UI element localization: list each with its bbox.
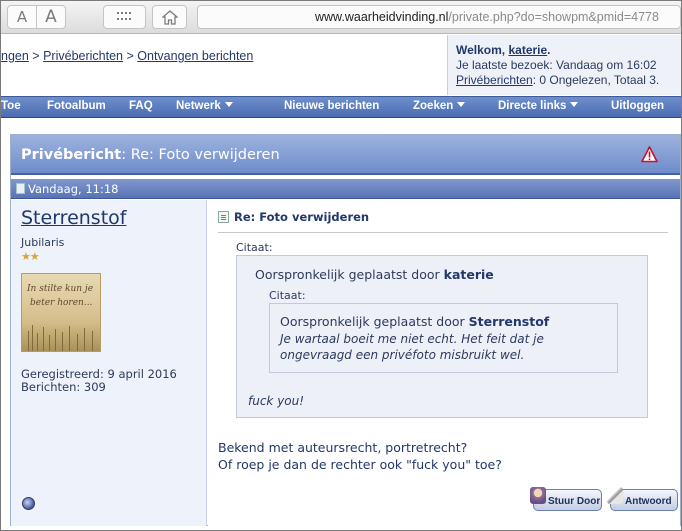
- nav-item-toe[interactable]: Toe: [1, 100, 21, 112]
- divider: [218, 232, 668, 233]
- author-post-count: Berichten: 309: [21, 380, 106, 394]
- url-host: www.waarheidvinding.nl: [315, 10, 449, 24]
- message-title-text: Re: Foto verwijderen: [234, 210, 370, 224]
- welcome-prefix: Welkom,: [456, 43, 506, 57]
- quote-attribution: Oorspronkelijk geplaatst door katerie: [255, 267, 494, 282]
- inner-quote-line: ongevraagd een privéfoto misbruikt wel.: [280, 348, 525, 362]
- welcome-box: Welkom, katerie. Je laatste bezoek: Vand…: [447, 35, 681, 95]
- reply-pencil-icon: [607, 487, 623, 504]
- quote-label: Citaat:: [236, 241, 273, 254]
- nav-item-zoeken[interactable]: Zoeken: [413, 100, 466, 112]
- main-navbar: Toe Fotoalbum FAQ Netwerk Nieuwe bericht…: [1, 96, 681, 118]
- breadcrumb: ngen > Privéberichten > Ontvangen berich…: [1, 49, 253, 63]
- inner-quote-label: Citaat:: [269, 289, 306, 302]
- breadcrumb-separator: >: [126, 49, 134, 63]
- pm-status-line: Privéberichten: 0 Ongelezen, Totaal 3.: [456, 73, 681, 88]
- inner-quote-line: Je wartaal boeit me niet echt. Het feit …: [280, 332, 544, 346]
- message-page-icon: [218, 211, 229, 223]
- report-warning-icon[interactable]: [641, 146, 658, 163]
- reply-button[interactable]: Antwoord: [607, 487, 678, 511]
- quote-block: Oorspronkelijk geplaatst door katerie Ci…: [236, 255, 648, 418]
- nav-label: Directe links: [498, 100, 567, 112]
- breadcrumb-link-inbox[interactable]: Ontvangen berichten: [137, 49, 253, 63]
- avatar-grass-graphic: [22, 325, 100, 351]
- home-icon[interactable]: [152, 5, 187, 29]
- forward-user-icon: [530, 487, 546, 504]
- message-title: Re: Foto verwijderen: [218, 210, 369, 224]
- pm-stats: : 0 Ongelezen, Totaal 3.: [532, 73, 660, 87]
- welcome-line: Welkom, katerie.: [456, 43, 681, 58]
- quote-text: fuck you!: [248, 394, 305, 408]
- increase-font-button[interactable]: A: [36, 5, 66, 29]
- chevron-down-icon: [570, 102, 579, 107]
- welcome-user-link[interactable]: katerie: [508, 43, 547, 57]
- grid-icon[interactable]: [103, 5, 146, 29]
- nav-label: Zoeken: [413, 100, 454, 112]
- post-document-icon: [16, 183, 25, 194]
- author-stats: Geregistreerd: 9 april 2016 Berichten: 3…: [21, 368, 177, 394]
- nav-item-faq[interactable]: FAQ: [129, 100, 153, 112]
- chevron-down-icon: [224, 102, 233, 107]
- pm-title-bold: Privébericht: [21, 147, 122, 163]
- breadcrumb-separator: >: [32, 49, 40, 63]
- breadcrumb-link-private-messages[interactable]: Privéberichten: [43, 49, 123, 63]
- chevron-down-icon: [457, 102, 466, 107]
- reply-line: Of roep je dan de rechter ook "fuck you"…: [218, 457, 502, 472]
- nav-label: FAQ: [129, 100, 153, 112]
- nav-label: Uitloggen: [611, 100, 665, 112]
- online-status-icon: [22, 497, 35, 510]
- author-rank-stars-icon: ★★: [21, 250, 40, 263]
- nav-item-directe-links[interactable]: Directe links: [498, 100, 579, 112]
- welcome-suffix: .: [547, 43, 551, 57]
- avatar-text-line: In stilte kun je: [27, 284, 94, 294]
- nav-label: Fotoalbum: [47, 100, 106, 112]
- message-reply-text: Bekend met auteursrecht, portretrecht? O…: [218, 439, 502, 473]
- quote-by-text: Oorspronkelijk geplaatst door: [255, 267, 440, 282]
- nav-item-netwerk[interactable]: Netwerk: [176, 100, 233, 112]
- decrease-font-button[interactable]: A: [7, 5, 37, 29]
- inner-quote-text: Je wartaal boeit me niet echt. Het feit …: [280, 331, 544, 363]
- browser-window: A A www.waarheidvinding.nl/private.php?d…: [0, 0, 682, 531]
- nav-label: Toe: [1, 100, 21, 112]
- private-message-panel: Privébericht: Re: Foto verwijderen Vanda…: [10, 134, 681, 526]
- inner-quote-by-text: Oorspronkelijk geplaatst door: [280, 314, 465, 329]
- nav-item-nieuwe-berichten[interactable]: Nieuwe berichten: [284, 100, 379, 112]
- author-name-link[interactable]: Sterrenstof: [21, 207, 126, 229]
- inner-quote-block: Oorspronkelijk geplaatst door Sterrensto…: [269, 303, 618, 373]
- breadcrumb-link-forum[interactable]: ngen: [1, 49, 29, 63]
- pm-title-text: : Re: Foto verwijderen: [121, 147, 280, 163]
- avatar-text-line: beter horen...: [30, 298, 93, 308]
- author-title: Jubilaris: [21, 236, 65, 249]
- author-info-panel: Sterrenstof Jubilaris ★★ In stilte kun j…: [11, 200, 207, 526]
- inner-quote-attribution: Oorspronkelijk geplaatst door Sterrensto…: [280, 314, 549, 329]
- nav-label: Netwerk: [176, 100, 221, 112]
- browser-toolbar: A A www.waarheidvinding.nl/private.php?d…: [1, 1, 681, 34]
- last-visit-text: Je laatste bezoek: Vandaag om 16:02: [456, 58, 657, 72]
- reply-label: Antwoord: [625, 496, 672, 507]
- pm-date-bar: Vandaag, 11:18: [11, 179, 680, 199]
- inner-quote-author: Sterrenstof: [468, 314, 550, 329]
- forward-label: Stuur Door: [548, 496, 601, 507]
- nav-item-uitloggen[interactable]: Uitloggen: [611, 100, 664, 112]
- nav-item-fotoalbum[interactable]: Fotoalbum: [47, 100, 106, 112]
- url-path: /private.php?do=showpm&pmid=4778: [448, 10, 659, 24]
- pm-date: Vandaag, 11:18: [28, 182, 119, 196]
- private-messages-link[interactable]: Privéberichten: [456, 73, 533, 87]
- pm-title-bar: Privébericht: Re: Foto verwijderen: [11, 135, 680, 175]
- author-avatar[interactable]: In stilte kun je beter horen...: [21, 273, 101, 352]
- forward-button[interactable]: Stuur Door: [530, 487, 602, 511]
- quote-author: katerie: [443, 267, 494, 282]
- address-bar[interactable]: www.waarheidvinding.nl/private.php?do=sh…: [197, 5, 681, 29]
- reply-line: Bekend met auteursrecht, portretrecht?: [218, 440, 468, 455]
- message-body: Re: Foto verwijderen Citaat: Oorspronkel…: [208, 200, 680, 526]
- forum-header: ngen > Privéberichten > Ontvangen berich…: [1, 35, 681, 95]
- nav-label: Nieuwe berichten: [284, 100, 380, 112]
